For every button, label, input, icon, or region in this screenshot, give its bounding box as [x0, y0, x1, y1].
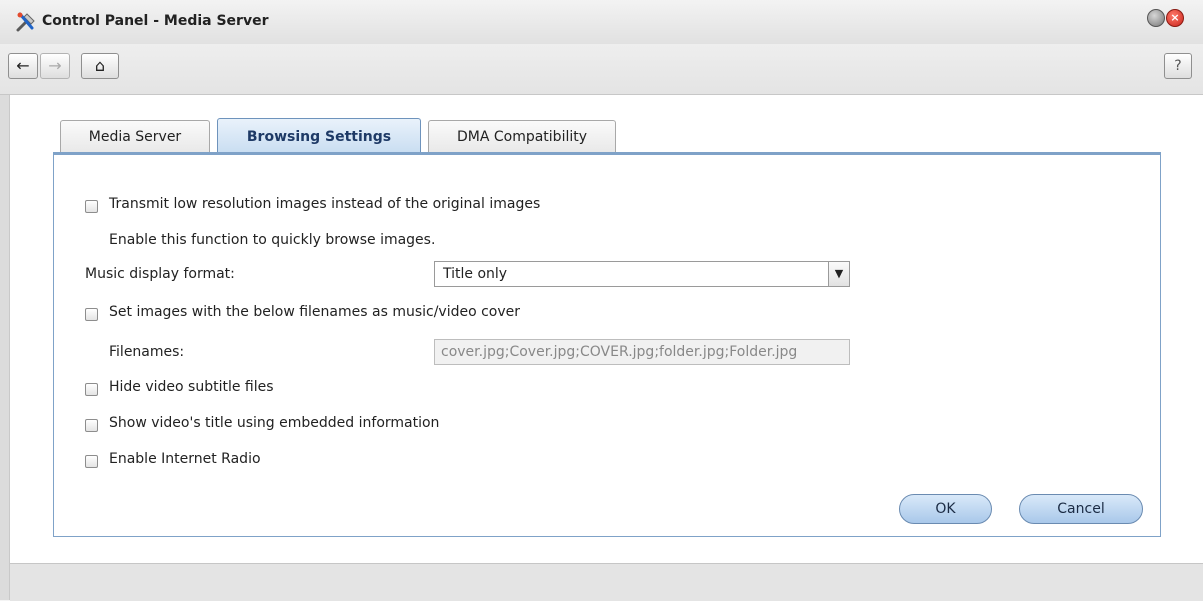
music-format-value: Title only	[443, 266, 508, 282]
cover-label[interactable]: Set images with the below filenames as m…	[109, 304, 520, 320]
internet-radio-label[interactable]: Enable Internet Radio	[109, 451, 261, 467]
tab-dma-compatibility[interactable]: DMA Compatibility	[428, 120, 616, 152]
hide-subtitles-label[interactable]: Hide video subtitle files	[109, 379, 274, 395]
arrow-left-icon: ←	[16, 56, 30, 75]
tab-media-server[interactable]: Media Server	[60, 120, 210, 152]
cover-checkbox[interactable]	[85, 308, 98, 321]
minimize-icon[interactable]	[1147, 9, 1165, 27]
toolbar: ← → ⌂ ?	[0, 44, 1203, 95]
back-button[interactable]: ←	[8, 53, 38, 79]
forward-button[interactable]: →	[40, 53, 70, 79]
tools-icon	[16, 12, 35, 32]
home-button[interactable]: ⌂	[81, 53, 119, 79]
internet-radio-checkbox[interactable]	[85, 455, 98, 468]
main-content: Media Server Browsing Settings DMA Compa…	[10, 95, 1203, 563]
filenames-label: Filenames:	[109, 344, 185, 360]
hide-subtitles-checkbox[interactable]	[85, 383, 98, 396]
status-bar	[10, 563, 1203, 601]
low-res-checkbox[interactable]	[85, 200, 98, 213]
filenames-field[interactable]: cover.jpg;Cover.jpg;COVER.jpg;folder.jpg…	[434, 339, 850, 365]
embedded-title-label[interactable]: Show video's title using embedded inform…	[109, 415, 439, 431]
home-icon: ⌂	[94, 56, 106, 75]
window-left-edge	[0, 95, 10, 600]
low-res-hint: Enable this function to quickly browse i…	[109, 232, 436, 248]
cancel-button[interactable]: Cancel	[1019, 494, 1143, 524]
ok-button[interactable]: OK	[899, 494, 992, 524]
filenames-value: cover.jpg;Cover.jpg;COVER.jpg;folder.jpg…	[441, 344, 798, 360]
close-icon[interactable]: ×	[1166, 9, 1184, 27]
title-bar: Control Panel - Media Server ×	[0, 0, 1203, 45]
tab-browsing-settings[interactable]: Browsing Settings	[217, 118, 421, 154]
low-res-label[interactable]: Transmit low resolution images instead o…	[109, 196, 540, 212]
chevron-down-icon[interactable]: ▼	[828, 262, 849, 286]
help-icon: ?	[1174, 58, 1182, 74]
embedded-title-checkbox[interactable]	[85, 419, 98, 432]
window-title: Control Panel - Media Server	[42, 13, 269, 29]
arrow-right-icon: →	[48, 56, 62, 75]
help-button[interactable]: ?	[1164, 53, 1192, 79]
music-format-label: Music display format:	[85, 266, 235, 282]
settings-panel: Transmit low resolution images instead o…	[53, 152, 1161, 537]
music-format-select[interactable]: Title only ▼	[434, 261, 850, 287]
